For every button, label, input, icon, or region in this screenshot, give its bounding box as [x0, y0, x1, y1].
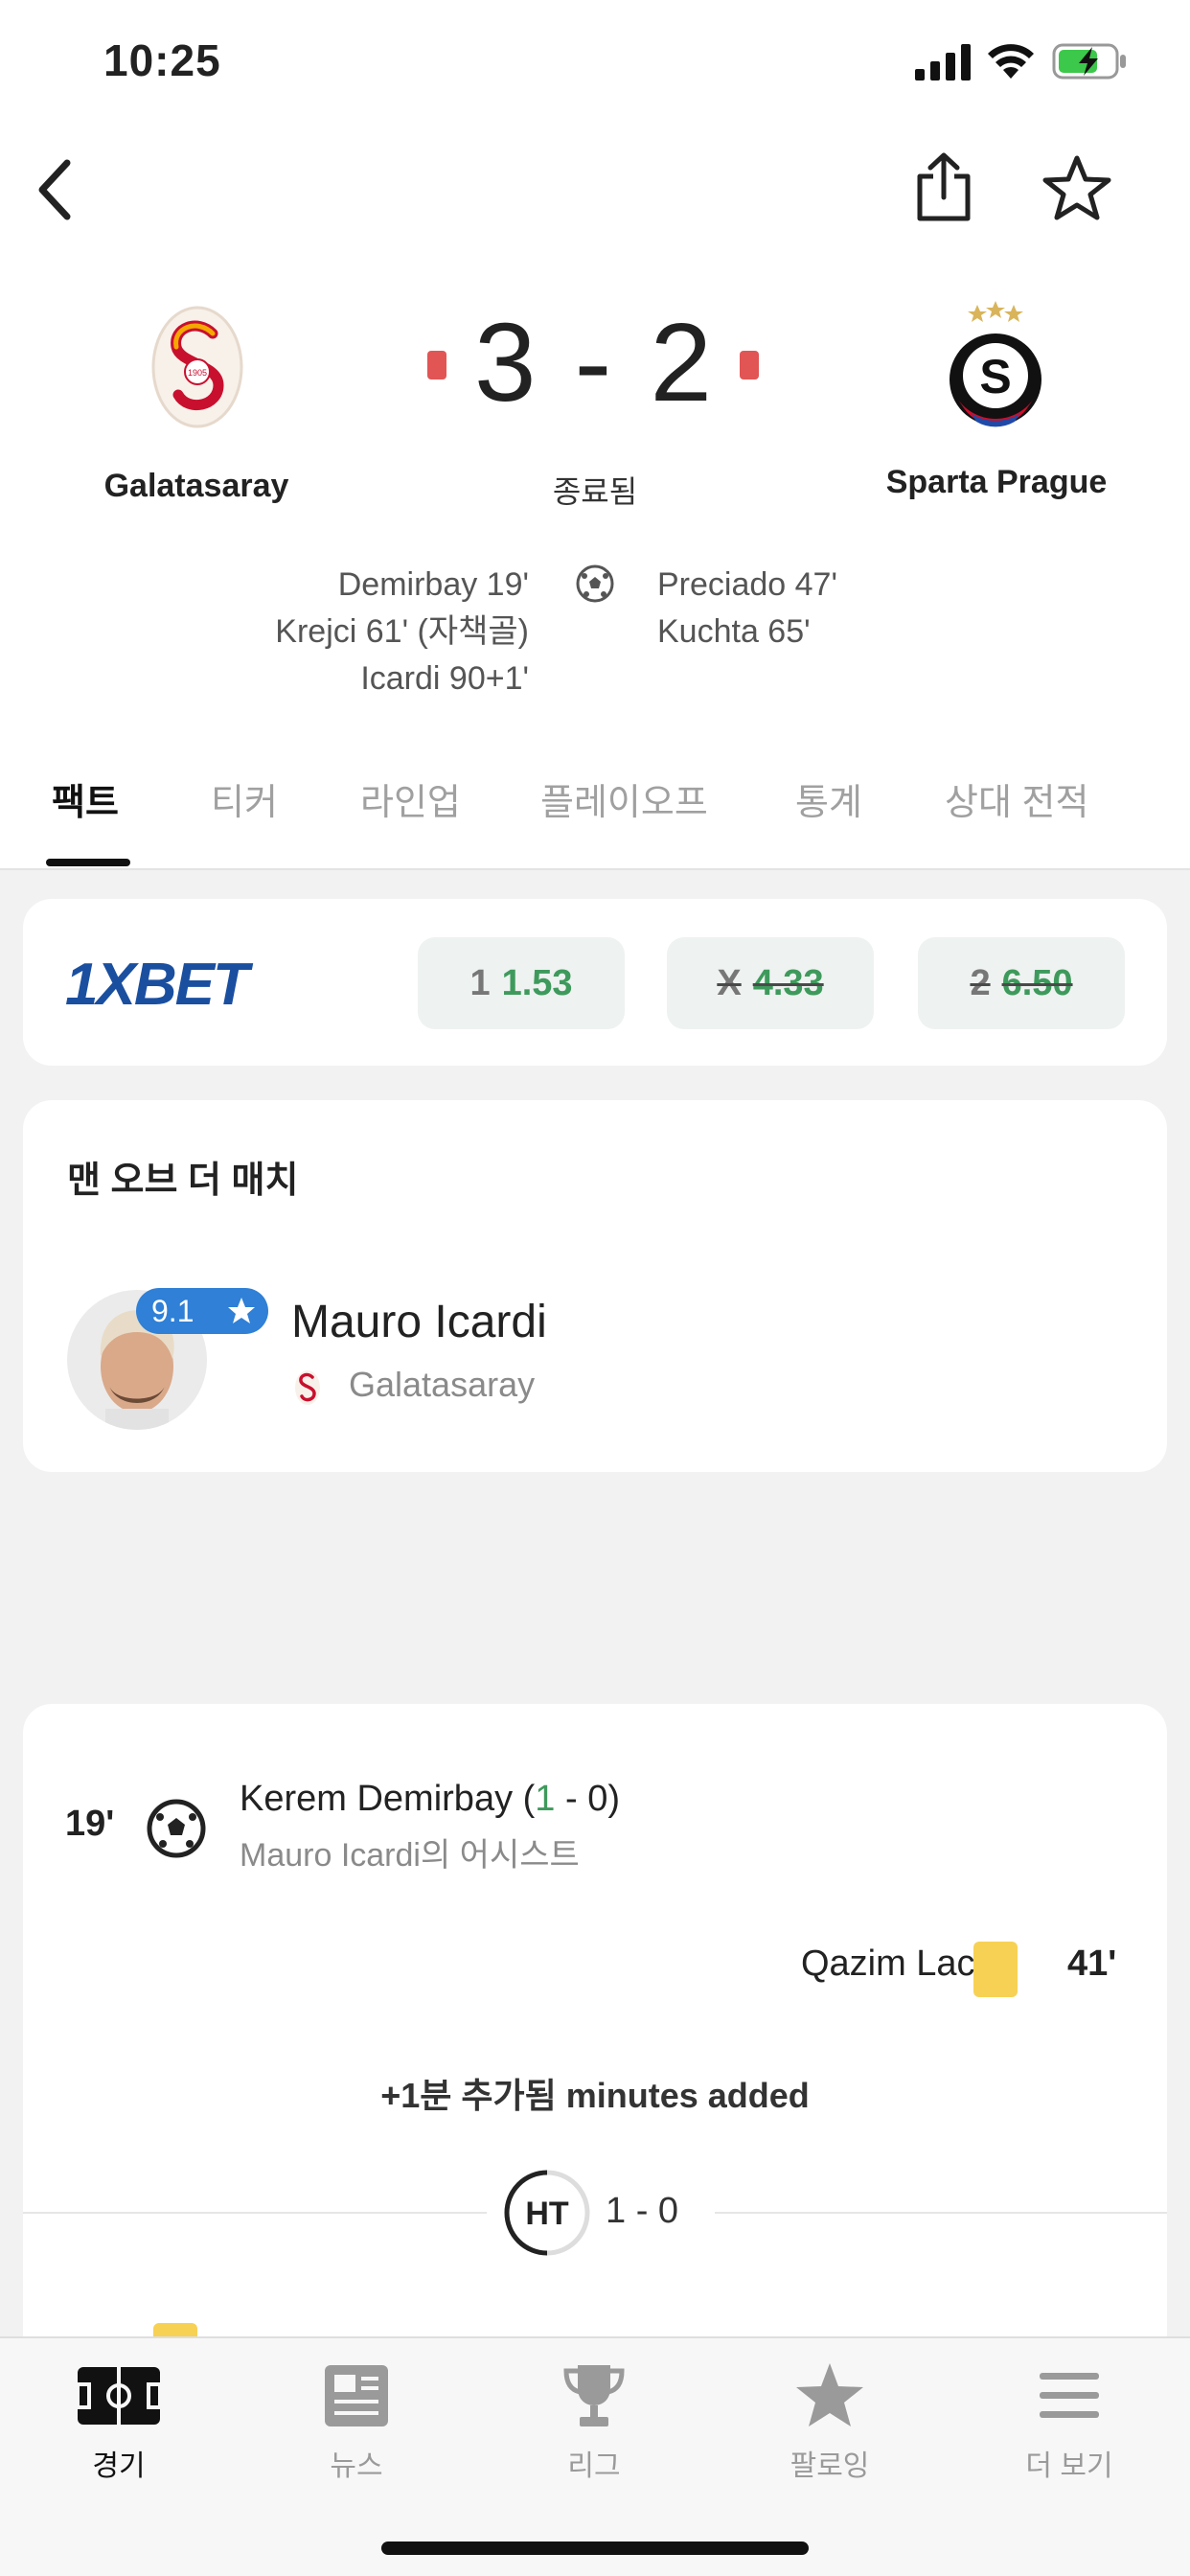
odds-value: 1.53: [501, 963, 573, 1003]
match-tabs: 팩트 티커 라인업 플레이오프 통계 상대 전적: [0, 759, 1190, 870]
nav-leagues[interactable]: 리그: [508, 2361, 680, 2484]
goal-event-text[interactable]: Kerem Demirbay (1 - 0): [240, 1779, 620, 1820]
rating-star-icon: [228, 1298, 255, 1323]
nav-news[interactable]: 뉴스: [270, 2361, 443, 2484]
away-team-name[interactable]: Sparta Prague: [843, 464, 1150, 501]
match-header: 10:25 1905 Galatasaray 3 - 2 종료됨 S Spart…: [0, 0, 1190, 870]
goal-event-minute: 19': [65, 1804, 115, 1844]
yellow-card-icon: [973, 1942, 1018, 1997]
odds-value: 4.33: [752, 963, 824, 1003]
player-rating-badge: 9.1: [136, 1288, 268, 1334]
motm-player-name[interactable]: Mauro Icardi: [291, 1296, 547, 1348]
added-time-text: +1분 추가됨 minutes added: [380, 2076, 810, 2115]
favorite-star-icon[interactable]: [1041, 153, 1113, 224]
odds-value: 6.50: [1001, 963, 1073, 1003]
goal-ball-icon: [576, 564, 614, 603]
galatasaray-crest-icon[interactable]: 1905: [149, 305, 245, 429]
home-scorer[interactable]: Demirbay 19': [275, 562, 529, 609]
status-bar: 10:25: [0, 0, 1190, 134]
nav-label: 팔로잉: [790, 2450, 870, 2482]
nav-matches[interactable]: 경기: [33, 2361, 205, 2484]
goal-score-home: 1: [535, 1779, 556, 1819]
halftime-label: HT: [525, 2196, 569, 2232]
svg-text:S: S: [979, 350, 1011, 403]
trophy-icon: [563, 2365, 625, 2426]
home-team-name[interactable]: Galatasaray: [38, 468, 355, 505]
odds-draw-button[interactable]: X 4.33: [667, 937, 874, 1029]
tab-playoff[interactable]: 플레이오프: [540, 772, 708, 825]
halftime-score: 1 - 0: [606, 2191, 679, 2231]
away-red-card-indicator: [740, 351, 759, 380]
away-scorer[interactable]: Preciado 47': [657, 562, 837, 609]
goal-scorer: Kerem Demirbay: [240, 1779, 514, 1819]
home-scorers: Demirbay 19' Krejci 61' (자책골) Icardi 90+…: [275, 562, 529, 702]
man-of-the-match-card[interactable]: 맨 오브 더 매치 9.1 Mauro Icardi Galatasaray: [23, 1100, 1167, 1472]
bottom-navigation: 경기 뉴스 리그 팔로잉 더 보기: [0, 2336, 1190, 2576]
star-icon: [796, 2363, 863, 2426]
goal-score-rest: - 0): [555, 1779, 620, 1819]
back-chevron-icon[interactable]: [29, 153, 86, 226]
away-scorer[interactable]: Kuchta 65': [657, 609, 837, 656]
nav-more[interactable]: 더 보기: [983, 2361, 1156, 2484]
pitch-icon: [76, 2367, 162, 2425]
divider: [715, 2212, 1167, 2214]
nav-label: 뉴스: [330, 2450, 383, 2482]
motm-title: 맨 오브 더 매치: [67, 1161, 299, 1201]
goal-assist-text: Mauro Icardi의 어시스트: [240, 1837, 580, 1874]
nav-label: 경기: [92, 2450, 146, 2482]
cellular-signal-icon: [915, 44, 971, 80]
halftime-badge: HT: [504, 2170, 590, 2256]
status-time: 10:25: [103, 35, 221, 85]
odds-label: 1: [469, 963, 491, 1003]
match-events-card: 19' Kerem Demirbay (1 - 0) Mauro Icardi의…: [23, 1704, 1167, 2375]
odds-label: 2: [970, 963, 991, 1003]
odds-label: X: [717, 963, 742, 1003]
tab-head-to-head[interactable]: 상대 전적: [945, 772, 1088, 825]
odds-home-win-button[interactable]: 1 1.53: [418, 937, 625, 1029]
motm-team-name: Galatasaray: [349, 1365, 536, 1404]
match-status: 종료됨: [552, 474, 638, 509]
odds-away-win-button[interactable]: 2 6.50: [918, 937, 1125, 1029]
goal-score-open: (: [522, 1779, 536, 1819]
share-icon[interactable]: [912, 151, 975, 224]
1xbet-logo[interactable]: 1XBET: [65, 949, 330, 1018]
odds-brand: 1XBET: [65, 952, 254, 1018]
home-scorer[interactable]: Icardi 90+1': [275, 656, 529, 702]
galatasaray-small-crest-icon: [295, 1370, 320, 1405]
nav-following[interactable]: 팔로잉: [744, 2361, 916, 2484]
battery-charging-icon: [1052, 43, 1126, 80]
odds-card: 1XBET 1 1.53 X 4.33 2 6.50: [23, 899, 1167, 1066]
active-tab-indicator: [46, 859, 130, 866]
wifi-icon: [988, 44, 1034, 79]
card-event-minute: 41': [1067, 1944, 1117, 1984]
news-icon: [325, 2365, 388, 2426]
divider: [23, 2212, 487, 2214]
player-rating: 9.1: [151, 1294, 195, 1328]
crest-year: 1905: [188, 368, 207, 378]
tab-lineup[interactable]: 라인업: [360, 772, 461, 825]
home-scorer[interactable]: Krejci 61' (자책골): [275, 609, 529, 656]
tab-ticker[interactable]: 티커: [211, 772, 278, 825]
nav-label: 더 보기: [1025, 2450, 1113, 2482]
away-scorers: Preciado 47' Kuchta 65': [657, 562, 837, 656]
nav-label: 리그: [567, 2450, 621, 2482]
home-indicator[interactable]: [381, 2542, 809, 2555]
sparta-prague-crest-icon[interactable]: S: [943, 301, 1048, 429]
match-score: 3 - 2: [473, 300, 717, 425]
menu-icon: [1040, 2373, 1099, 2418]
tab-facts[interactable]: 팩트: [52, 772, 119, 825]
tab-stats[interactable]: 통계: [795, 772, 862, 825]
goal-ball-icon: [147, 1799, 206, 1858]
card-event-player[interactable]: Qazim Laci: [801, 1944, 983, 1985]
